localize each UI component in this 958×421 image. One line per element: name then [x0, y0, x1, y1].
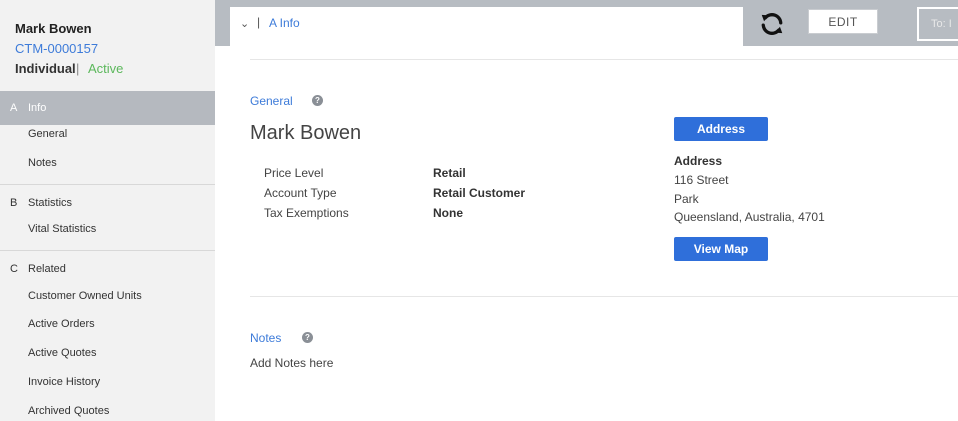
customer-status: Active: [88, 61, 124, 76]
tax-exemptions-value: None: [433, 206, 463, 220]
address-line: Park: [674, 192, 699, 206]
sidebar-item-invoice-history[interactable]: Invoice History: [28, 376, 100, 388]
customer-type: Individual: [15, 61, 76, 76]
tab-label: A Info: [269, 16, 300, 30]
sidebar: Mark Bowen CTM-0000157 Individual | Acti…: [0, 0, 215, 421]
tab-separator: |: [257, 15, 261, 29]
sidebar-divider: [0, 184, 215, 185]
tax-exemptions-label: Tax Exemptions: [264, 206, 349, 220]
section-letter: A: [10, 102, 18, 114]
help-icon[interactable]: ?: [312, 95, 323, 106]
general-title: General: [250, 94, 293, 108]
sidebar-item-active-orders[interactable]: Active Orders: [28, 318, 95, 330]
customer-separator: |: [76, 61, 80, 76]
section-title: Related: [28, 263, 66, 275]
sidebar-section-info[interactable]: A Info: [0, 91, 215, 125]
section-letter: B: [10, 197, 18, 209]
view-map-button[interactable]: View Map: [674, 237, 768, 261]
address-button[interactable]: Address: [674, 117, 768, 141]
account-type-value: Retail Customer: [433, 186, 526, 200]
chevron-down-icon[interactable]: ⌄: [240, 17, 249, 30]
section-title: Statistics: [28, 197, 73, 209]
top-bar: ⌄ | A Info EDIT To: I: [215, 0, 958, 46]
to-field[interactable]: To: I: [917, 7, 958, 41]
price-level-value: Retail: [433, 166, 466, 180]
notes-placeholder[interactable]: Add Notes here: [250, 356, 333, 370]
address-line: Queensland, Australia, 4701: [674, 210, 825, 224]
section-title: Info: [28, 102, 47, 114]
notes-title: Notes: [250, 331, 282, 345]
sidebar-divider: [0, 250, 215, 251]
customer-full-name: Mark Bowen: [250, 122, 362, 144]
section-letter: C: [10, 263, 18, 275]
customer-name: Mark Bowen: [15, 21, 92, 36]
sidebar-item-vital-statistics[interactable]: Vital Statistics: [28, 223, 96, 235]
price-level-label: Price Level: [264, 166, 324, 180]
sidebar-item-general[interactable]: General: [28, 128, 67, 140]
sync-icon[interactable]: [758, 10, 786, 38]
sidebar-item-archived-quotes[interactable]: Archived Quotes: [28, 405, 109, 417]
account-type-label: Account Type: [264, 186, 337, 200]
sidebar-item-active-quotes[interactable]: Active Quotes: [28, 347, 96, 359]
section-divider: [250, 296, 958, 297]
edit-button[interactable]: EDIT: [808, 9, 878, 34]
sidebar-item-notes[interactable]: Notes: [28, 157, 57, 169]
address-heading: Address: [674, 154, 723, 168]
section-divider: [250, 59, 958, 60]
sidebar-section-statistics[interactable]: B Statistics: [0, 186, 215, 220]
sidebar-item-customer-owned-units[interactable]: Customer Owned Units: [28, 290, 142, 302]
sidebar-section-related[interactable]: C Related: [0, 252, 215, 286]
address-line: 116 Street: [674, 173, 729, 187]
help-icon[interactable]: ?: [302, 332, 313, 343]
tab-info[interactable]: ⌄ | A Info: [230, 7, 743, 46]
customer-id-link[interactable]: CTM-0000157: [15, 41, 98, 56]
